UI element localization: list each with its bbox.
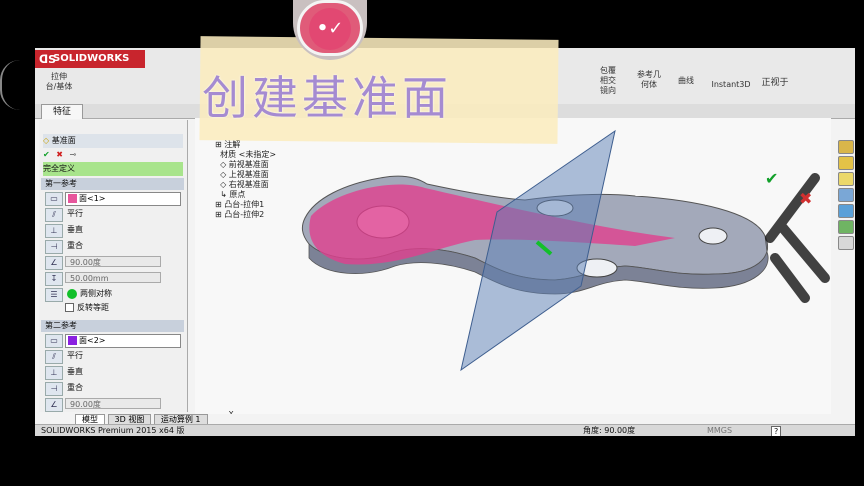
tree-item-front-plane[interactable]: ◇ 前视基准面: [215, 160, 335, 170]
view-palette-icon[interactable]: [838, 188, 854, 202]
status-bar: SOLIDWORKS Premium 2015 x64 版 角度: 90.00度…: [35, 424, 855, 436]
option-parallel[interactable]: 平行: [67, 207, 167, 221]
custom-properties-icon[interactable]: [838, 220, 854, 234]
cursor-shadow: [765, 173, 830, 303]
tree-item-origin[interactable]: ↳ 原点: [215, 190, 335, 200]
pm-title: ◇ 基准面: [43, 134, 183, 148]
first-reference-header[interactable]: 第一参考: [41, 178, 184, 190]
tab-feature[interactable]: 特征: [41, 104, 83, 119]
angle-icon-2[interactable]: ∠: [45, 398, 63, 412]
purple-swatch: [68, 336, 77, 345]
option-parallel-2[interactable]: 平行: [67, 349, 167, 363]
ok-check-icon[interactable]: ✔: [43, 150, 50, 159]
selection-face-icon: ▭: [45, 192, 63, 206]
pink-swatch: [68, 194, 77, 203]
help-icon[interactable]: ?: [771, 426, 782, 436]
angle-icon[interactable]: ∠: [45, 256, 63, 270]
coincident-icon-2[interactable]: ⊣: [45, 382, 63, 396]
folder-icon[interactable]: [838, 172, 854, 186]
offset-distance-icon[interactable]: ↧: [45, 272, 63, 286]
pushpin-icon[interactable]: ⊸: [70, 150, 77, 159]
perpendicular-icon-2[interactable]: ⊥: [45, 366, 63, 380]
design-library-icon[interactable]: [838, 140, 854, 154]
background-curve: [0, 60, 20, 110]
resources-icon[interactable]: [838, 236, 854, 250]
tree-item-material[interactable]: 材质 <未指定>: [215, 150, 335, 160]
solidworks-logo: ᗡS SOLIDWORKS: [35, 50, 145, 68]
tree-item-boss-extrude1[interactable]: ⊞ 凸台-拉伸1: [215, 200, 335, 210]
status-message: 完全定义: [43, 162, 183, 176]
selection-face-icon-2: ▭: [45, 334, 63, 348]
file-explorer-icon[interactable]: [838, 156, 854, 170]
distance-input[interactable]: 50.00mm: [65, 272, 161, 283]
curves-button[interactable]: 曲线: [671, 76, 701, 86]
coincident-icon[interactable]: ⊣: [45, 240, 63, 254]
checkbox-icon[interactable]: [65, 303, 74, 312]
angle-input-2[interactable]: 90.00度: [65, 398, 161, 409]
wrap-intersect-mirror-group[interactable]: 包覆 相交 镜向: [590, 66, 626, 96]
status-angle: 角度: 90.00度: [583, 426, 636, 435]
second-reference-header[interactable]: 第二参考: [41, 320, 184, 332]
video-title: 创建基准面: [202, 71, 452, 125]
option-coincident-2[interactable]: 重合: [67, 381, 167, 395]
appearances-icon[interactable]: [838, 204, 854, 218]
tree-item-annotations[interactable]: ⊞ 注解: [215, 140, 335, 150]
model-tabs: 模型 3D 视图 运动算例 1: [75, 414, 475, 426]
tree-item-top-plane[interactable]: ◇ 上视基准面: [215, 170, 335, 180]
status-version: SOLIDWORKS Premium 2015 x64 版: [41, 426, 185, 435]
extrude-boss-button[interactable]: 拉伸 台/基体: [41, 72, 77, 92]
task-pane-tabs: [836, 138, 854, 268]
plane-icon: ◇: [43, 136, 50, 145]
angle-input[interactable]: 90.00度: [65, 256, 161, 267]
option-mid-plane[interactable]: 两侧对称: [67, 287, 167, 301]
first-reference-selection[interactable]: 面<1>: [65, 192, 181, 206]
parallel-icon-2[interactable]: ⫽: [45, 350, 63, 364]
status-units[interactable]: MMGS: [707, 425, 732, 436]
feature-tree-flyout: ⊞ 注解 材质 <未指定> ◇ 前视基准面 ◇ 上视基准面 ◇ 右视基准面 ↳ …: [215, 140, 335, 220]
option-coincident[interactable]: 重合: [67, 239, 167, 253]
property-manager-plane: ◇ 基准面 ✔ ✖ ⊸ 完全定义 第一参考 ▭ 面<1> ⫽ 平行 ⊥ 垂直 ⊣…: [39, 120, 188, 412]
parallel-icon[interactable]: ⫽: [45, 208, 63, 222]
confirm-corner-cancel-icon[interactable]: ✖: [799, 189, 812, 208]
mid-plane-icon[interactable]: ☰: [45, 288, 63, 302]
flip-offset-checkbox[interactable]: 反转等距: [65, 301, 175, 315]
reference-geometry-button[interactable]: 参考几 何体: [631, 70, 667, 90]
option-perpendicular[interactable]: 垂直: [67, 223, 167, 237]
tree-item-boss-extrude2[interactable]: ⊞ 凸台-拉伸2: [215, 210, 335, 220]
tree-item-right-plane[interactable]: ◇ 右视基准面: [215, 180, 335, 190]
pm-actions: ✔ ✖ ⊸: [43, 148, 183, 162]
check-icon: •✓: [316, 18, 344, 39]
instant3d-button[interactable]: Instant3D: [707, 80, 755, 90]
cancel-x-icon[interactable]: ✖: [56, 150, 63, 159]
cursor-highlight-icon: [67, 288, 77, 299]
perpendicular-icon[interactable]: ⊥: [45, 224, 63, 238]
option-perpendicular-2[interactable]: 垂直: [67, 365, 167, 379]
normal-to-button[interactable]: 正视于: [755, 78, 795, 88]
confirm-corner-check-icon[interactable]: ✔: [765, 169, 778, 188]
second-reference-selection[interactable]: 面<2>: [65, 334, 181, 348]
